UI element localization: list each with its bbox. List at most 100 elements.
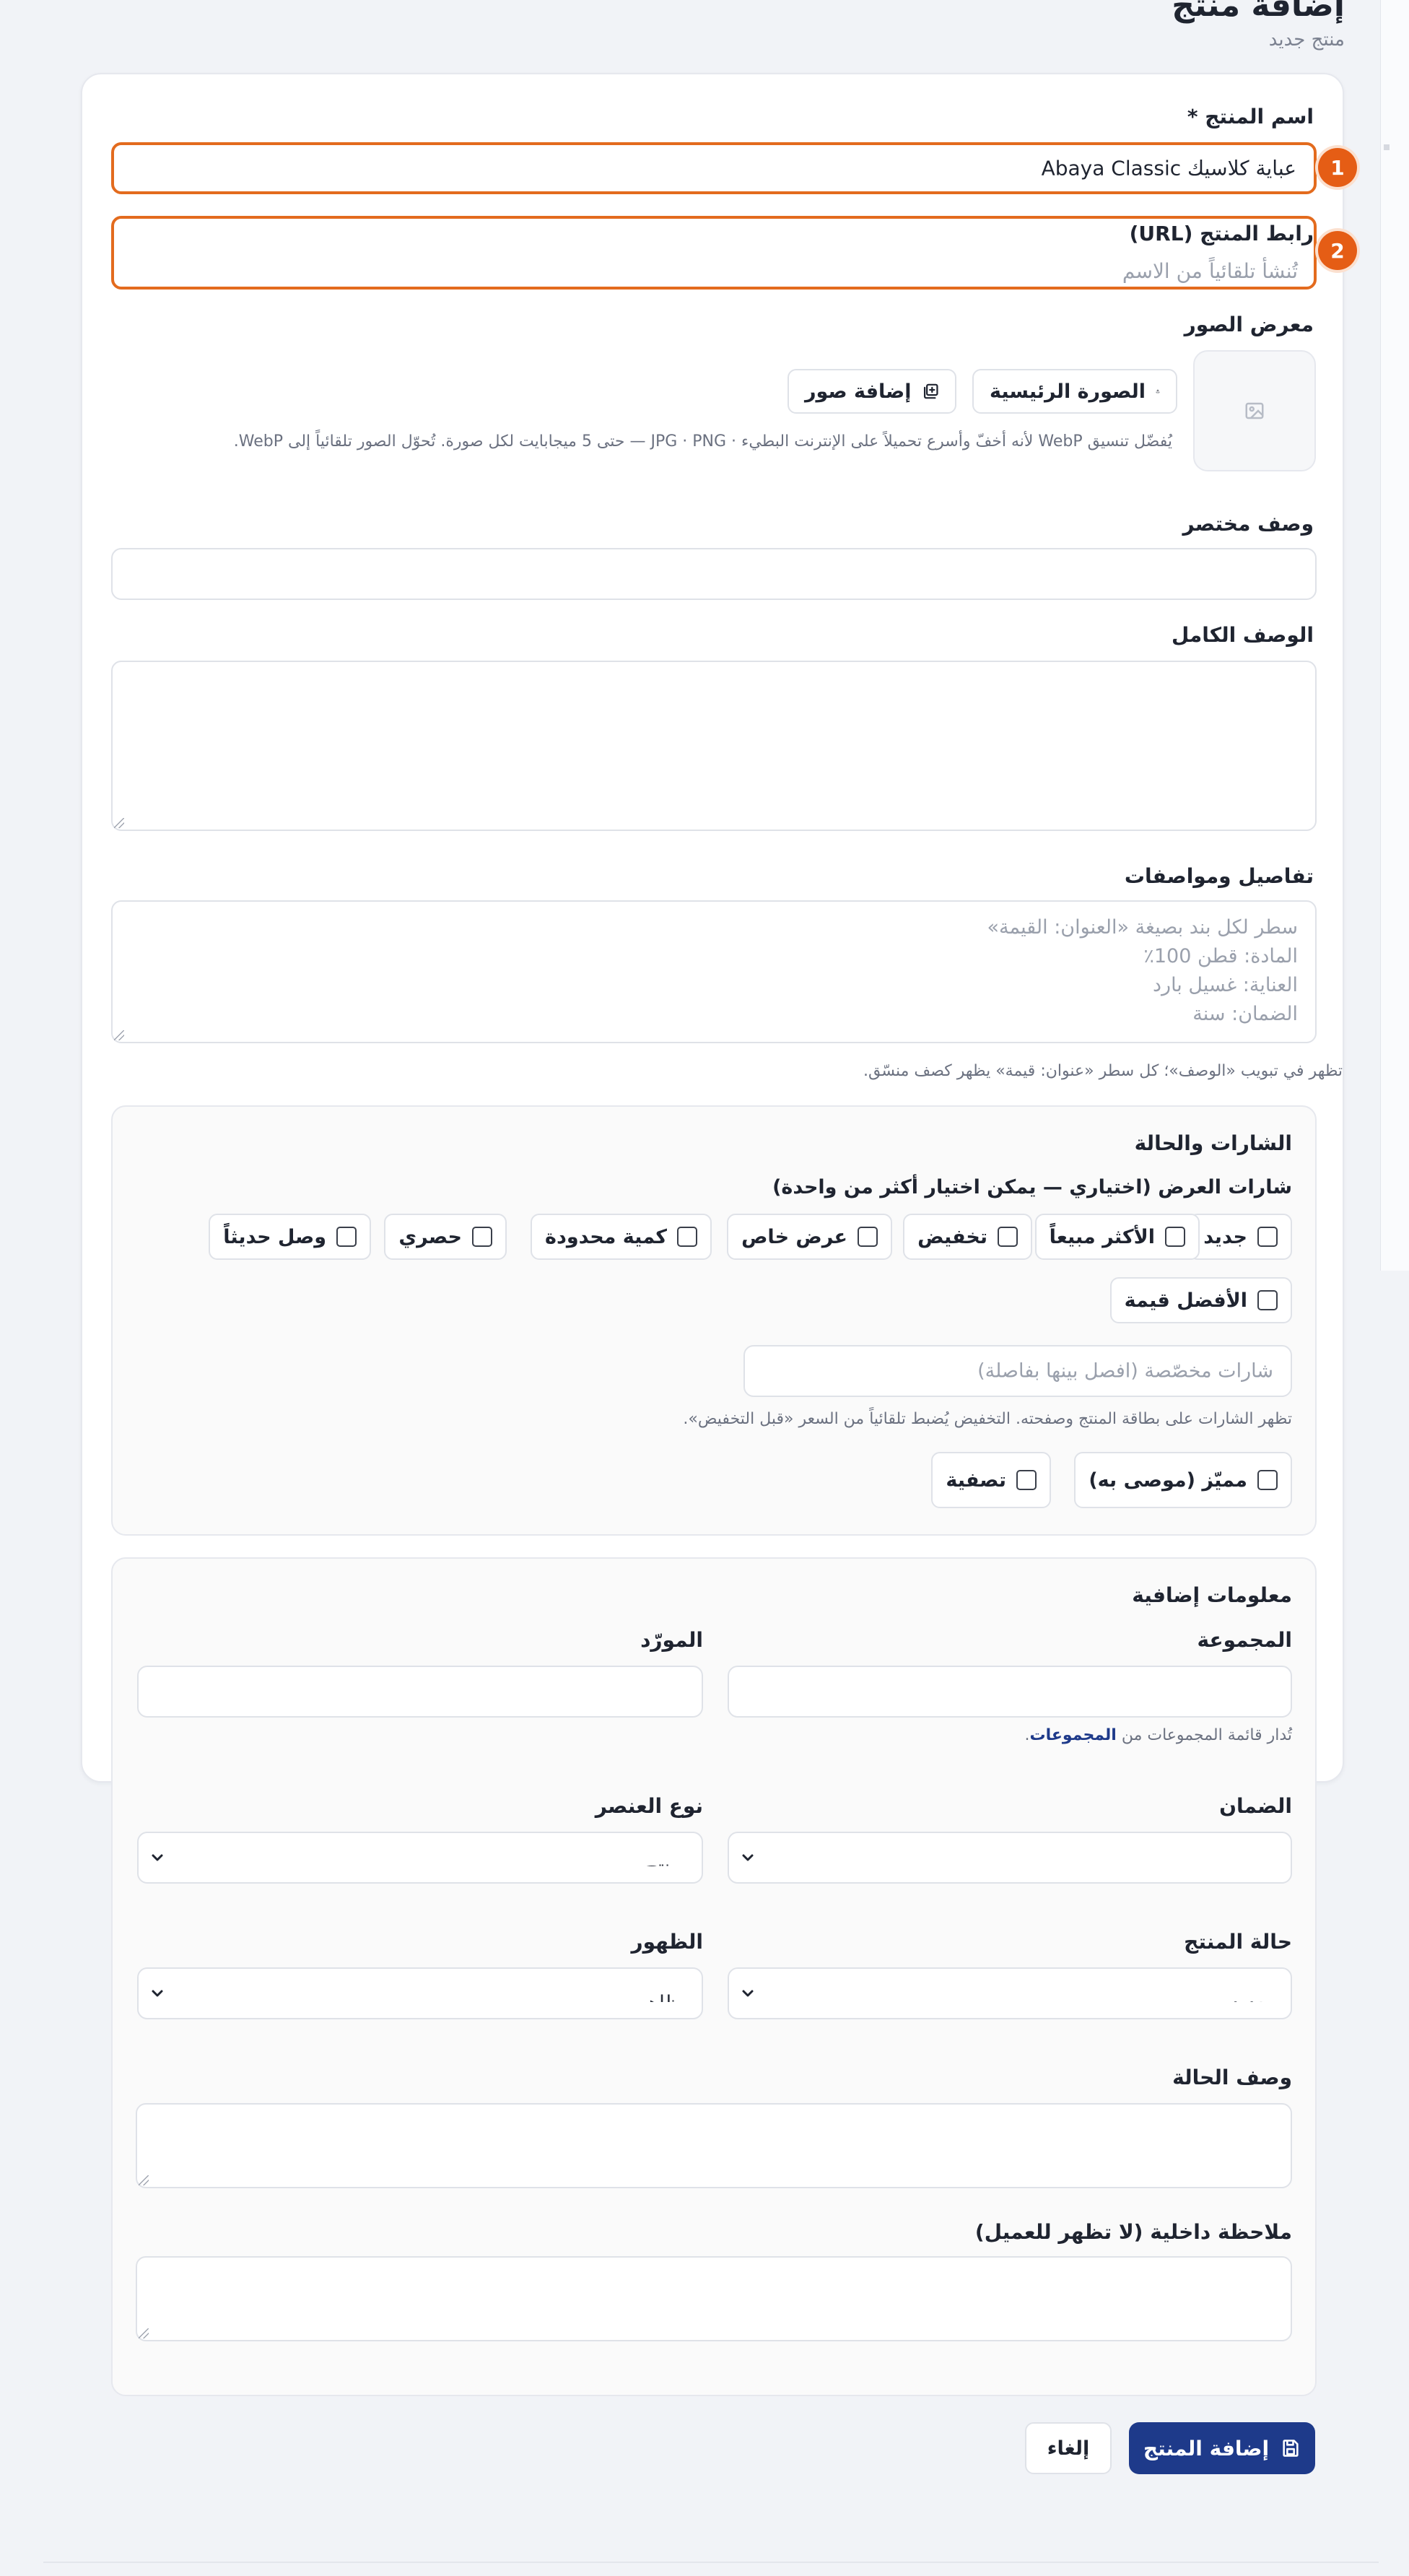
marker-1: 1	[1318, 148, 1357, 187]
badge-option-label: الأكثر مبيعاً	[1049, 1225, 1155, 1248]
full-description-label: الوصف الكامل	[1171, 623, 1314, 647]
condition-label: حالة المنتج	[1184, 1930, 1292, 1954]
badge-option-label: عرض خاص	[741, 1225, 847, 1248]
submit-product-label: إضافة المنتج	[1143, 2436, 1270, 2460]
item-type-value: منتج	[645, 1848, 681, 1866]
condition-description-textarea[interactable]	[136, 2103, 1292, 2188]
featured-toggle[interactable]: مميّز (موصى به)	[1074, 1452, 1292, 1508]
footer-divider	[43, 2562, 1379, 2563]
chevron-down-icon	[152, 1990, 163, 1997]
visibility-select[interactable]: ظاهر	[137, 1967, 703, 2019]
badges-title: الشارات والحالة	[1134, 1131, 1292, 1155]
badge-option-discount[interactable]: تخفيض	[903, 1214, 1032, 1260]
collections-help-text: تُدار قائمة المجموعات من	[1121, 1726, 1292, 1744]
add-images-button[interactable]: إضافة صور	[788, 369, 956, 414]
badge-option-exclusive[interactable]: حصري	[384, 1214, 507, 1260]
badge-option-label: الأفضل قيمة	[1124, 1289, 1247, 1312]
custom-badges-input[interactable]: شارات مخصّصة (افصل بينها بفاصلة)	[743, 1345, 1292, 1397]
condition-value: جديد	[1231, 1983, 1271, 2002]
warranty-value: —	[1250, 1848, 1270, 1866]
clearance-label: تصفية	[946, 1468, 1006, 1492]
resize-handle[interactable]	[139, 2175, 149, 2185]
marker-2: 2	[1318, 231, 1357, 270]
collections-help-suffix: .	[1024, 1726, 1030, 1744]
checkbox[interactable]	[677, 1227, 697, 1247]
condition-select[interactable]: جديد	[728, 1967, 1292, 2019]
page-header: إضافة منتج منتج جديد	[1172, 0, 1345, 51]
badge-option-special-offer[interactable]: عرض خاص	[727, 1214, 892, 1260]
collection-input[interactable]	[728, 1666, 1292, 1718]
specs-placeholder-line: العناية: غسيل بارد	[1153, 974, 1298, 996]
resize-handle[interactable]	[114, 818, 124, 828]
badge-option-limited[interactable]: كمية محدودة	[531, 1214, 712, 1260]
checkbox[interactable]	[858, 1227, 878, 1247]
page-title: إضافة منتج	[1172, 0, 1345, 24]
badges-help: تظهر الشارات على بطاقة المنتج وصفحته. ال…	[683, 1410, 1292, 1428]
side-scroll-strip	[1380, 0, 1409, 1271]
checkbox[interactable]	[336, 1227, 357, 1247]
main-image-button[interactable]: الصورة الرئيسية	[972, 369, 1177, 414]
checkbox[interactable]	[1257, 1470, 1278, 1490]
custom-badges-placeholder: شارات مخصّصة (افصل بينها بفاصلة)	[977, 1359, 1273, 1383]
resize-handle[interactable]	[114, 1030, 124, 1040]
short-description-input[interactable]	[111, 548, 1317, 600]
item-type-select[interactable]: منتج	[137, 1832, 703, 1884]
collections-link[interactable]: المجموعات	[1030, 1726, 1117, 1744]
chevron-down-icon	[152, 1854, 163, 1861]
badges-subtitle: شارات العرض (اختياري — يمكن اختيار أكثر …	[772, 1176, 1292, 1198]
badge-option-new-arrival[interactable]: وصل حديثاً	[209, 1214, 371, 1260]
add-images-button-label: إضافة صور	[805, 380, 912, 403]
images-add-icon	[923, 383, 938, 399]
item-type-label: نوع العنصر	[595, 1794, 703, 1818]
internal-note-textarea[interactable]	[136, 2256, 1292, 2341]
specs-placeholder-line: الضمان: سنة	[1192, 1003, 1298, 1025]
save-icon	[1283, 2440, 1299, 2457]
checkbox[interactable]	[472, 1227, 492, 1247]
badge-option-new[interactable]: جديد	[1189, 1214, 1292, 1260]
specs-help: تظهر في تبويب «الوصف»؛ كل سطر «عنوان: قي…	[863, 1062, 1343, 1080]
main-image-button-label: الصورة الرئيسية	[990, 380, 1146, 403]
product-url-label: رابط المنتج (URL)	[1129, 222, 1314, 245]
specs-textarea[interactable]: سطر لكل بند بصيغة «العنوان: القيمة» الما…	[111, 900, 1317, 1043]
supplier-label: المورّد	[640, 1628, 703, 1652]
short-description-label: وصف مختصر	[1182, 512, 1314, 536]
checkbox[interactable]	[1165, 1227, 1185, 1247]
specs-label: تفاصيل ومواصفات	[1124, 864, 1314, 888]
page-subtitle: منتج جديد	[1268, 29, 1345, 51]
internal-note-label: ملاحظة داخلية (لا تظهر للعميل)	[974, 2220, 1292, 2244]
specs-placeholder-line: سطر لكل بند بصيغة «العنوان: القيمة»	[987, 916, 1298, 939]
visibility-value: ظاهر	[637, 1983, 681, 2002]
submit-product-button[interactable]: إضافة المنتج	[1129, 2422, 1315, 2474]
gallery-label: معرض الصور	[1184, 313, 1314, 336]
checkbox[interactable]	[998, 1227, 1018, 1247]
cancel-button[interactable]: إلغاء	[1025, 2422, 1112, 2474]
chevron-down-icon	[742, 1990, 754, 1997]
featured-label: مميّز (موصى به)	[1089, 1468, 1247, 1492]
resize-handle[interactable]	[139, 2328, 149, 2338]
badge-option-label: جديد	[1203, 1225, 1247, 1248]
badge-option-label: تخفيض	[917, 1225, 987, 1248]
product-url-input[interactable]: رابط المنتج (URL) تُنشأ تلقائياً من الاس…	[111, 216, 1317, 290]
warranty-select[interactable]: —	[728, 1832, 1292, 1884]
condition-description-label: وصف الحالة	[1172, 2066, 1292, 2089]
product-name-input[interactable]: عباية كلاسيك Abaya Classic	[111, 142, 1317, 194]
visibility-label: الظهور	[631, 1930, 703, 1954]
checkbox[interactable]	[1257, 1290, 1278, 1310]
badge-option-best-value[interactable]: الأفضل قيمة	[1109, 1277, 1292, 1323]
collections-help: تُدار قائمة المجموعات من المجموعات.	[1025, 1726, 1293, 1744]
checkbox[interactable]	[1016, 1470, 1037, 1490]
badge-option-label: كمية محدودة	[545, 1225, 667, 1248]
image-placeholder[interactable]	[1193, 350, 1316, 471]
badge-option-bestseller[interactable]: الأكثر مبيعاً	[1034, 1214, 1200, 1260]
warranty-label: الضمان	[1219, 1794, 1292, 1818]
cancel-label: إلغاء	[1047, 2437, 1090, 2460]
checkbox[interactable]	[1257, 1227, 1278, 1247]
extra-info-panel: معلومات إضافية المجموعة المورّد تُدار قا…	[111, 1557, 1317, 2396]
clearance-toggle[interactable]: تصفية	[931, 1452, 1051, 1508]
supplier-input[interactable]	[137, 1666, 703, 1718]
chevron-down-icon	[742, 1854, 754, 1861]
extra-info-title: معلومات إضافية	[1132, 1583, 1292, 1607]
collection-label: المجموعة	[1197, 1628, 1293, 1652]
full-description-textarea[interactable]	[111, 661, 1317, 831]
gallery-help: يُفضّل تنسيق WebP لأنه أخفّ وأسرع تحميلا…	[233, 432, 1172, 451]
